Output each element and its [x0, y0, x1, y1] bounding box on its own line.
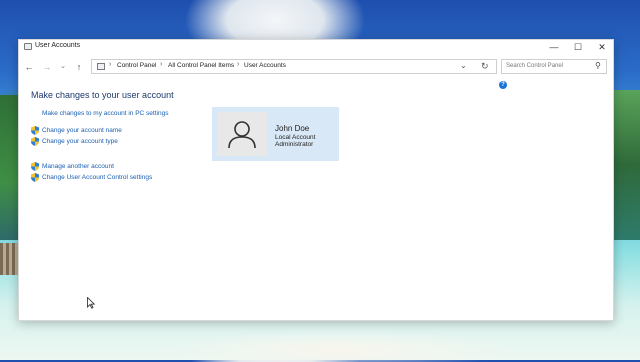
desktop-sandbar [120, 322, 540, 362]
title-bar[interactable]: User Accounts — ☐ ✕ [19, 40, 613, 54]
search-placeholder: Search Control Panel [506, 63, 564, 69]
search-input[interactable]: Search Control Panel ⚲ [501, 59, 607, 74]
breadcrumb-all-items[interactable]: All Control Panel Items [168, 62, 234, 69]
user-accounts-window: User Accounts — ☐ ✕ ← → ⌄ ↑ › Control Pa… [18, 39, 614, 321]
desktop-trees-right [613, 90, 640, 240]
account-role-label: Administrator [275, 141, 314, 148]
window-title: User Accounts [35, 42, 81, 49]
user-name: John Doe [275, 124, 310, 133]
uac-shield-icon [31, 126, 39, 135]
navigation-bar: ← → ⌄ ↑ › Control Panel › All Control Pa… [19, 57, 613, 77]
mouse-cursor-icon [87, 297, 95, 309]
uac-shield-icon [31, 162, 39, 171]
task-label: Change User Account Control settings [42, 174, 153, 181]
user-icon [228, 121, 256, 149]
help-icon[interactable]: ? [499, 81, 507, 89]
chevron-right-icon: › [109, 61, 112, 68]
search-icon[interactable]: ⚲ [595, 61, 601, 70]
refresh-icon[interactable]: ↻ [481, 61, 489, 72]
task-label: Manage another account [42, 163, 114, 170]
user-account-tile[interactable]: John Doe Local Account Administrator [212, 107, 339, 161]
desktop-pier [0, 243, 18, 275]
page-title: Make changes to your user account [31, 90, 174, 100]
chevron-right-icon[interactable]: › [160, 61, 162, 68]
breadcrumb-user-accounts[interactable]: User Accounts [244, 62, 286, 69]
avatar [217, 112, 267, 156]
minimize-button[interactable]: — [542, 40, 566, 54]
maximize-button[interactable]: ☐ [566, 40, 590, 54]
forward-button[interactable]: → [40, 60, 54, 74]
back-button[interactable]: ← [22, 60, 36, 74]
control-panel-icon [24, 43, 32, 50]
address-bar[interactable]: › Control Panel › All Control Panel Item… [91, 59, 497, 74]
uac-shield-icon [31, 137, 39, 146]
control-panel-icon [97, 63, 105, 70]
breadcrumb-control-panel[interactable]: Control Panel [117, 62, 156, 69]
chevron-right-icon[interactable]: › [237, 61, 239, 68]
chevron-down-icon[interactable]: ⌄ [460, 61, 467, 70]
uac-shield-icon [31, 173, 39, 182]
task-label: Change your account name [42, 127, 122, 134]
up-button[interactable]: ↑ [72, 60, 86, 74]
pc-settings-link[interactable]: Make changes to my account in PC setting… [42, 110, 168, 117]
task-label: Change your account type [42, 138, 118, 145]
recent-locations-button[interactable]: ⌄ [56, 60, 70, 74]
desktop-island-left [0, 95, 18, 240]
close-button[interactable]: ✕ [590, 40, 614, 54]
account-type-label: Local Account [275, 134, 316, 141]
